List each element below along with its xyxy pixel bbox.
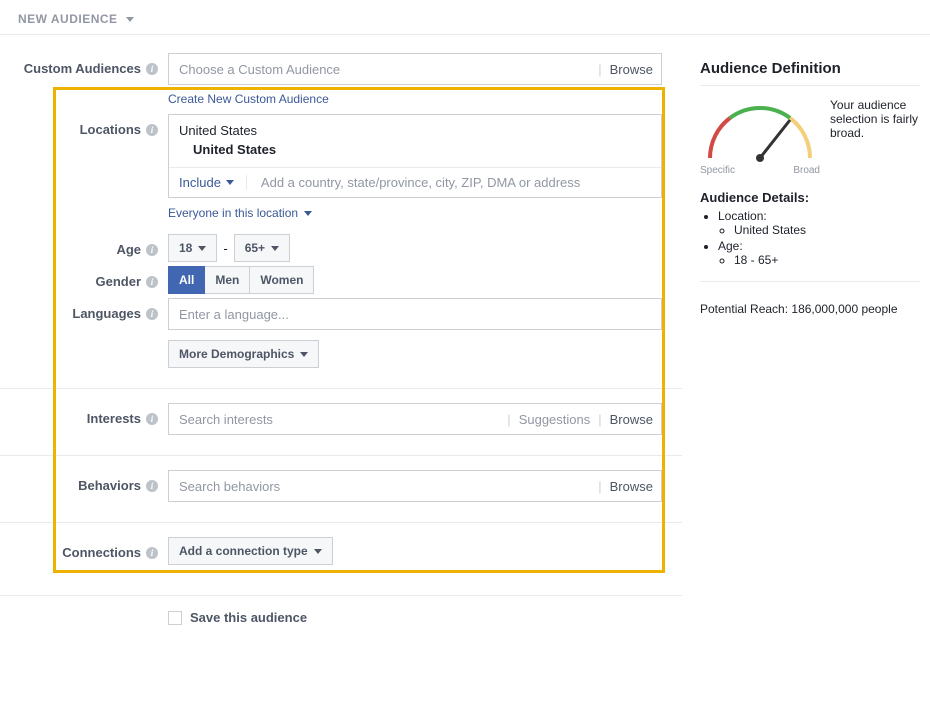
audience-details-list: Location: United States Age: 18 - 65+ [700, 209, 920, 267]
chevron-down-icon [314, 549, 322, 554]
gender-women-button[interactable]: Women [250, 266, 314, 294]
behaviors-input[interactable] [177, 478, 590, 495]
interests-browse[interactable]: Browse [610, 412, 653, 427]
audience-definition-panel: Audience Definition Specific Broad Your … [700, 35, 930, 316]
save-audience-row[interactable]: Save this audience [168, 610, 682, 625]
header-title: NEW AUDIENCE [18, 12, 118, 26]
info-icon[interactable]: i [146, 63, 158, 75]
age-max-dropdown[interactable]: 65+ [234, 234, 290, 262]
create-custom-audience-link[interactable]: Create New Custom Audience [168, 92, 329, 106]
detail-age-label: Age: [718, 239, 743, 253]
behaviors-browse[interactable]: Browse [610, 479, 653, 494]
chevron-down-icon [304, 211, 312, 216]
age-min-dropdown[interactable]: 18 [168, 234, 217, 262]
info-icon[interactable]: i [146, 308, 158, 320]
detail-location-label: Location: [718, 209, 767, 223]
custom-audience-input-wrap: | Browse [168, 53, 662, 85]
interests-suggestions[interactable]: Suggestions [519, 412, 591, 427]
audience-definition-title: Audience Definition [700, 60, 920, 77]
more-demographics-button[interactable]: More Demographics [168, 340, 319, 368]
include-dropdown[interactable]: Include [179, 175, 247, 190]
save-audience-label: Save this audience [190, 610, 307, 625]
info-icon[interactable]: i [146, 276, 158, 288]
behaviors-label: Behaviors [78, 478, 141, 493]
info-icon[interactable]: i [146, 244, 158, 256]
behaviors-input-wrap: | Browse [168, 470, 662, 502]
gender-all-button[interactable]: All [168, 266, 205, 294]
custom-audience-input[interactable] [177, 61, 590, 78]
languages-label: Languages [72, 306, 141, 321]
info-icon[interactable]: i [146, 547, 158, 559]
chevron-down-icon [300, 352, 308, 357]
interests-input[interactable] [177, 411, 499, 428]
languages-input[interactable] [177, 306, 653, 323]
chevron-down-icon [198, 246, 206, 251]
audience-description: Your audience selection is fairly broad. [830, 98, 920, 140]
save-audience-checkbox[interactable] [168, 611, 182, 625]
chevron-down-icon [126, 17, 134, 22]
location-subcountry: United States [179, 142, 651, 157]
custom-audience-browse[interactable]: Browse [610, 62, 653, 77]
location-country: United States [179, 123, 651, 138]
detail-location-value: United States [734, 223, 920, 237]
languages-input-wrap [168, 298, 662, 330]
audience-details-header: Audience Details: [700, 190, 920, 205]
gauge-broad-label: Broad [793, 165, 820, 176]
locations-box: United States United States Include [168, 114, 662, 198]
age-label: Age [116, 242, 141, 257]
gender-men-button[interactable]: Men [205, 266, 250, 294]
chevron-down-icon [226, 180, 234, 185]
gender-label: Gender [95, 274, 141, 289]
location-scope-dropdown[interactable]: Everyone in this location [168, 206, 662, 220]
location-add-input[interactable] [259, 174, 651, 191]
interests-input-wrap: | Suggestions | Browse [168, 403, 662, 435]
connections-label: Connections [62, 545, 141, 560]
gender-button-group: All Men Women [168, 266, 314, 294]
gauge-specific-label: Specific [700, 165, 735, 176]
gauge-icon [700, 98, 820, 168]
detail-age-value: 18 - 65+ [734, 253, 920, 267]
info-icon[interactable]: i [146, 124, 158, 136]
potential-reach: Potential Reach: 186,000,000 people [700, 302, 920, 316]
add-connection-type-button[interactable]: Add a connection type [168, 537, 333, 565]
chevron-down-icon [271, 246, 279, 251]
interests-label: Interests [87, 411, 141, 426]
info-icon[interactable]: i [146, 480, 158, 492]
audience-header[interactable]: NEW AUDIENCE [0, 0, 930, 35]
custom-audiences-label: Custom Audiences [24, 61, 141, 76]
info-icon[interactable]: i [146, 413, 158, 425]
locations-label: Locations [80, 122, 141, 137]
